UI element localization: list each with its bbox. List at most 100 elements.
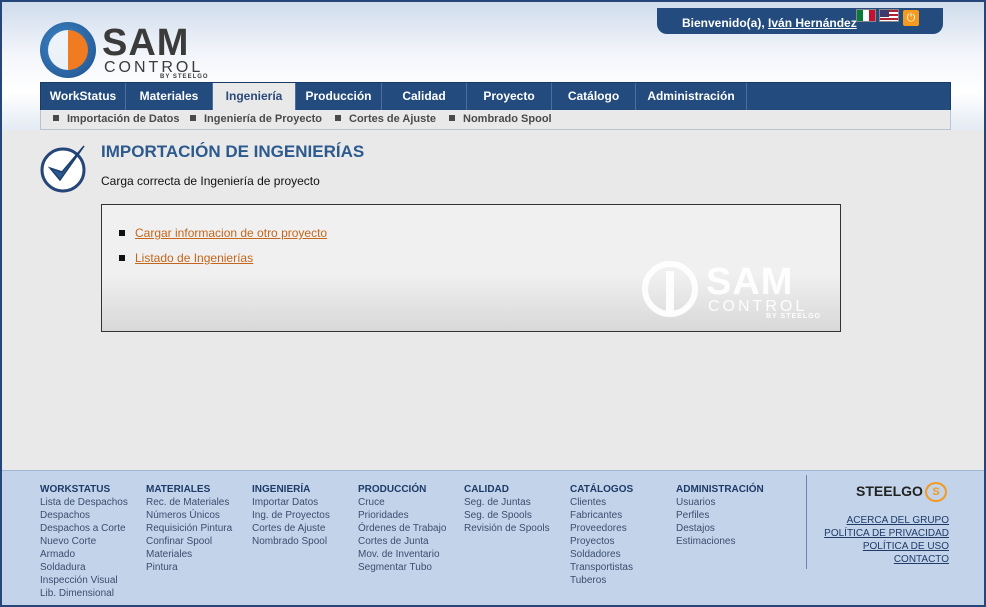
footer-link[interactable]: Confinar Spool: [146, 535, 232, 548]
footer-heading: CATÁLOGOS: [570, 484, 634, 495]
nav-administracion[interactable]: Administración: [636, 83, 747, 110]
footer-link[interactable]: Tuberos: [570, 574, 633, 587]
footer-link[interactable]: Lista de Despachos: [40, 496, 128, 509]
footer-link[interactable]: Despachos: [40, 509, 128, 522]
nav-catalogo[interactable]: Catálogo: [552, 83, 636, 110]
subnav-ingenieria-proyecto[interactable]: Ingeniería de Proyecto: [190, 113, 322, 125]
load-other-project-link[interactable]: Cargar informacion de otro proyecto: [135, 226, 327, 240]
subnav-label: Importación de Datos: [67, 113, 180, 125]
footer-link[interactable]: Materiales: [146, 548, 232, 561]
footer-link[interactable]: Seg. de Juntas: [464, 496, 550, 509]
welcome-bar: Bienvenido(a), Iván Hernández: [657, 8, 943, 34]
footer-heading: PRODUCCIÓN: [358, 484, 427, 495]
contact-link[interactable]: CONTACTO: [894, 554, 949, 565]
bullet-icon: [449, 115, 455, 121]
footer-link[interactable]: Nuevo Corte: [40, 535, 128, 548]
nav-produccion[interactable]: Producción: [296, 83, 382, 110]
subnav-cortes-ajuste[interactable]: Cortes de Ajuste: [335, 113, 436, 125]
bullet-icon: [190, 115, 196, 121]
footer-link[interactable]: Prioridades: [358, 509, 446, 522]
steelgo-logo-icon: S: [925, 482, 947, 502]
footer-link[interactable]: Revisión de Spools: [464, 522, 550, 535]
logo-sam-text: SAM: [102, 22, 190, 64]
footer-link[interactable]: Transportistas: [570, 561, 633, 574]
footer-link[interactable]: Cortes de Junta: [358, 535, 446, 548]
user-name-link[interactable]: Iván Hernández: [768, 16, 857, 30]
mexico-flag-icon[interactable]: [856, 9, 876, 22]
list-item: Listado de Ingenierías: [119, 251, 253, 265]
about-group-link[interactable]: ACERCA DEL GRUPO: [847, 515, 949, 526]
watermark-by-text: BY STEELGO: [766, 313, 821, 320]
footer-link[interactable]: Destajos: [676, 522, 764, 535]
footer-link[interactable]: Perfiles: [676, 509, 764, 522]
result-panel: Cargar informacion de otro proyecto List…: [101, 204, 841, 332]
footer-heading: ADMINISTRACIÓN: [676, 484, 764, 495]
footer-link[interactable]: Despachos a Corte: [40, 522, 128, 535]
footer-link[interactable]: Ing. de Proyectos: [252, 509, 330, 522]
sam-control-logo[interactable]: SAM CONTROL BY STEELGO: [40, 22, 215, 82]
list-item: Cargar informacion de otro proyecto: [119, 226, 327, 240]
footer: WORKSTATUS Lista de Despachos Despachos …: [2, 470, 984, 605]
footer-heading: MATERIALES: [146, 484, 211, 495]
watermark-sam-text: SAM: [706, 261, 794, 303]
footer-link[interactable]: Soldadores: [570, 548, 633, 561]
footer-link[interactable]: Clientes: [570, 496, 633, 509]
page-subtitle: Carga correcta de Ingeniería de proyecto: [101, 174, 320, 188]
footer-col-materiales: MATERIALES Rec. de Materiales Números Ún…: [146, 483, 232, 574]
footer-heading: WORKSTATUS: [40, 484, 111, 495]
nav-ingenieria[interactable]: Ingeniería: [213, 83, 296, 111]
footer-link[interactable]: Proveedores: [570, 522, 633, 535]
footer-link[interactable]: Cruce: [358, 496, 446, 509]
footer-link[interactable]: Inspección Visual: [40, 574, 128, 587]
footer-link[interactable]: Importar Datos: [252, 496, 330, 509]
footer-link[interactable]: Requisición Pintura: [146, 522, 232, 535]
footer-divider: [806, 475, 807, 569]
usa-flag-icon[interactable]: [879, 9, 899, 22]
checkmark-icon: [40, 145, 86, 193]
subnav-label: Cortes de Ajuste: [349, 113, 437, 125]
bullet-icon: [53, 115, 59, 121]
footer-link[interactable]: Nombrado Spool: [252, 535, 330, 548]
footer-link[interactable]: Lib. Dimensional: [40, 587, 128, 600]
sam-control-watermark: SAM CONTROL BY STEELGO: [642, 261, 827, 323]
footer-link[interactable]: Órdenes de Trabajo: [358, 522, 446, 535]
nav-workstatus[interactable]: WorkStatus: [41, 83, 126, 110]
footer-link[interactable]: Pintura: [146, 561, 232, 574]
footer-link[interactable]: Mov. de Inventario: [358, 548, 446, 561]
subnav-label: Nombrado Spool: [463, 113, 552, 125]
footer-link[interactable]: Usuarios: [676, 496, 764, 509]
engineering-list-link[interactable]: Listado de Ingenierías: [135, 251, 253, 265]
footer-heading: CALIDAD: [464, 484, 509, 495]
nav-proyecto[interactable]: Proyecto: [467, 83, 552, 110]
bullet-icon: [119, 230, 125, 236]
nav-calidad[interactable]: Calidad: [382, 83, 467, 110]
footer-link[interactable]: Cortes de Ajuste: [252, 522, 330, 535]
footer-link[interactable]: Seg. de Spools: [464, 509, 550, 522]
footer-col-administracion: ADMINISTRACIÓN Usuarios Perfiles Destajo…: [676, 483, 764, 548]
app-frame: SAM CONTROL BY STEELGO Bienvenido(a), Iv…: [0, 0, 986, 607]
bullet-icon: [335, 115, 341, 121]
footer-link[interactable]: Fabricantes: [570, 509, 633, 522]
footer-col-catalogos: CATÁLOGOS Clientes Fabricantes Proveedor…: [570, 483, 633, 587]
subnav-importacion-datos[interactable]: Importación de Datos: [53, 113, 179, 125]
page-title: IMPORTACIÓN DE INGENIERÍAS: [101, 142, 365, 161]
nav-materiales[interactable]: Materiales: [126, 83, 213, 110]
footer-link[interactable]: Armado: [40, 548, 128, 561]
main-nav: WorkStatus Materiales Ingeniería Producc…: [40, 82, 951, 111]
privacy-policy-link[interactable]: POLÍTICA DE PRIVACIDAD: [824, 528, 949, 539]
subnav-nombrado-spool[interactable]: Nombrado Spool: [449, 113, 552, 125]
header: SAM CONTROL BY STEELGO Bienvenido(a), Iv…: [2, 2, 984, 130]
footer-link[interactable]: Soldadura: [40, 561, 128, 574]
bullet-icon: [119, 255, 125, 261]
footer-link[interactable]: Proyectos: [570, 535, 633, 548]
logout-icon[interactable]: ⏻: [903, 10, 919, 26]
footer-col-ingenieria: INGENIERÍA Importar Datos Ing. de Proyec…: [252, 483, 330, 548]
footer-col-produccion: PRODUCCIÓN Cruce Prioridades Órdenes de …: [358, 483, 446, 574]
footer-link[interactable]: Números Únicos: [146, 509, 232, 522]
footer-link[interactable]: Estimaciones: [676, 535, 764, 548]
steelgo-brand[interactable]: STEELGO: [856, 483, 923, 499]
footer-heading: INGENIERÍA: [252, 484, 311, 495]
usage-policy-link[interactable]: POLÍTICA DE USO: [863, 541, 949, 552]
footer-link[interactable]: Rec. de Materiales: [146, 496, 232, 509]
footer-link[interactable]: Segmentar Tubo: [358, 561, 446, 574]
